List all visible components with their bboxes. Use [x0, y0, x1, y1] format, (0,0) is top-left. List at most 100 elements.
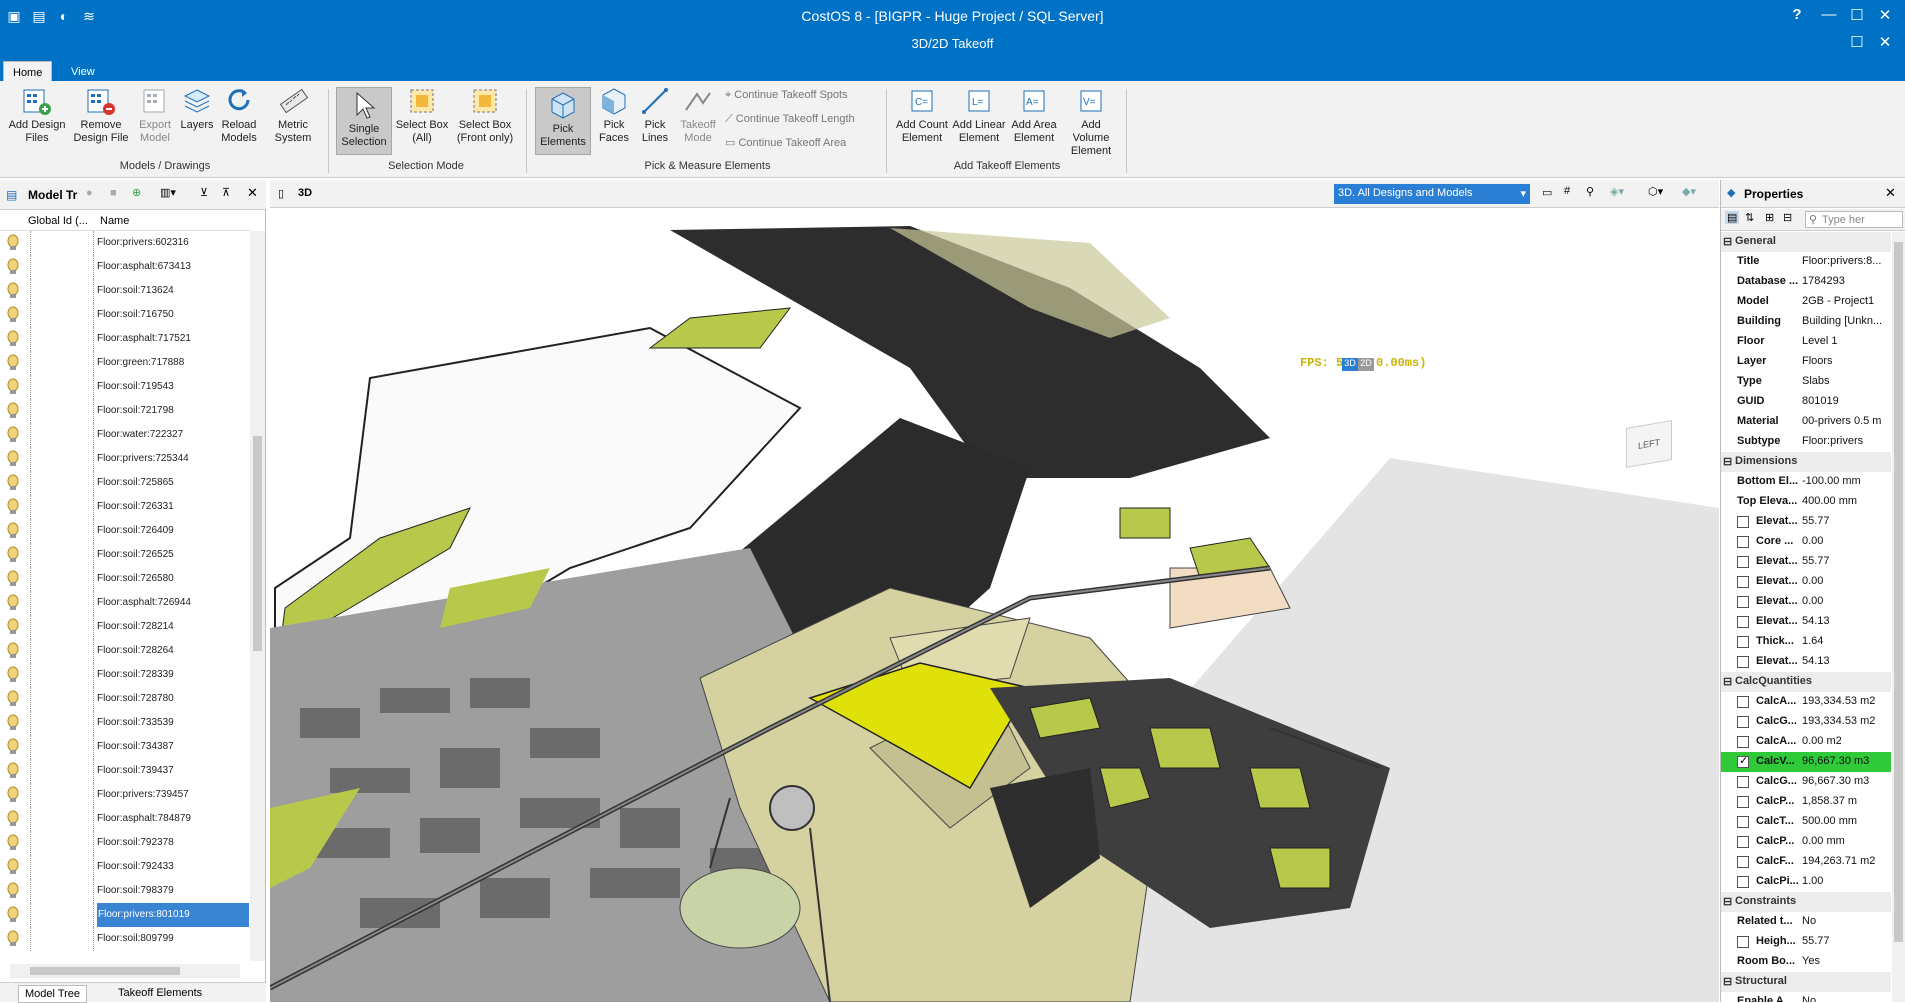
tree-row[interactable]: Floor:soil:726525: [0, 543, 250, 567]
property-checkbox[interactable]: [1737, 516, 1749, 528]
pick-faces-button[interactable]: Pick Faces: [594, 86, 634, 145]
takeoff-mode-button[interactable]: Takeoff Mode: [676, 86, 720, 145]
single-selection-button[interactable]: Single Selection: [336, 87, 392, 155]
sort-icon[interactable]: ⇅: [1745, 211, 1754, 224]
tab-view[interactable]: View: [62, 61, 104, 82]
lightbulb-icon[interactable]: [6, 594, 20, 611]
tree-row[interactable]: Floor:asphalt:726944: [0, 591, 250, 615]
view-selector-dropdown[interactable]: 3D. All Designs and Models ▾: [1334, 184, 1530, 204]
tab-model-tree[interactable]: Model Tree: [18, 985, 88, 1003]
add-volume-element-button[interactable]: V= Add Volume Element: [1062, 86, 1120, 158]
continue-length-button[interactable]: ⟋ Continue Takeoff Length: [725, 110, 855, 128]
lightbulb-icon[interactable]: [6, 810, 20, 827]
view-tab-3d[interactable]: 3D: [298, 187, 312, 199]
doc-close-button[interactable]: ✕: [1874, 33, 1896, 51]
property-row[interactable]: Room Bo... Yes: [1721, 952, 1891, 972]
property-checkbox[interactable]: [1737, 656, 1749, 668]
collapse-icon[interactable]: ⊼: [222, 186, 230, 199]
hscroll-thumb[interactable]: [30, 967, 180, 975]
lightbulb-icon[interactable]: [6, 786, 20, 803]
select-box-front-button[interactable]: Select Box (Front only): [454, 86, 516, 145]
lightbulb-icon[interactable]: [6, 282, 20, 299]
metric-system-button[interactable]: Metric System: [268, 86, 318, 145]
property-row[interactable]: Database ... 1784293: [1721, 272, 1891, 292]
property-row[interactable]: Material 00-privers 0.5 m: [1721, 412, 1891, 432]
property-row[interactable]: CalcF... 194,263.71 m2: [1721, 852, 1891, 872]
lightbulb-icon[interactable]: [6, 426, 20, 443]
help-button[interactable]: ?: [1786, 6, 1808, 23]
lightbulb-icon[interactable]: [6, 570, 20, 587]
remove-design-file-button[interactable]: Remove Design File: [70, 86, 132, 145]
lightbulb-icon[interactable]: [6, 402, 20, 419]
property-row[interactable]: ✓ CalcV... 96,667.30 m3: [1721, 752, 1891, 772]
tree-row[interactable]: Floor:soil:728214: [0, 615, 250, 639]
lightbulb-icon[interactable]: [6, 666, 20, 683]
tree-row[interactable]: Floor:soil:728780: [0, 687, 250, 711]
tree-row[interactable]: Floor:soil:734387: [0, 735, 250, 759]
tree-row[interactable]: Floor:asphalt:673413: [0, 255, 250, 279]
export-model-button[interactable]: Export Model: [134, 86, 176, 145]
display-mode-icon[interactable]: ◆▾: [1682, 185, 1696, 198]
properties-search-input[interactable]: ⚲ Type her: [1805, 211, 1903, 228]
add-icon[interactable]: ⊕: [132, 186, 141, 199]
lightbulb-icon[interactable]: [6, 618, 20, 635]
property-checkbox[interactable]: [1737, 536, 1749, 548]
property-section-structural[interactable]: ⊟ Structural: [1721, 972, 1891, 992]
property-checkbox[interactable]: [1737, 636, 1749, 648]
pick-lines-button[interactable]: Pick Lines: [636, 86, 674, 145]
tree-row[interactable]: Floor:soil:719543: [0, 375, 250, 399]
close-button[interactable]: ✕: [1874, 6, 1896, 24]
property-row[interactable]: CalcP... 0.00 mm: [1721, 832, 1891, 852]
property-row[interactable]: Thick... 1.64: [1721, 632, 1891, 652]
close-panel-icon[interactable]: ✕: [247, 185, 258, 201]
tree-row[interactable]: Floor:soil:713624: [0, 279, 250, 303]
lightbulb-icon[interactable]: [6, 930, 20, 947]
tree-row[interactable]: Floor:soil:798379: [0, 879, 250, 903]
property-checkbox[interactable]: [1737, 596, 1749, 608]
add-linear-element-button[interactable]: L= Add Linear Element: [952, 86, 1006, 145]
lightbulb-icon[interactable]: [6, 258, 20, 275]
property-row[interactable]: GUID 801019: [1721, 392, 1891, 412]
property-checkbox[interactable]: [1737, 616, 1749, 628]
tree-row[interactable]: Floor:asphalt:784879: [0, 807, 250, 831]
tree-row[interactable]: Floor:soil:792433: [0, 855, 250, 879]
property-row[interactable]: Building Building [Unkn...: [1721, 312, 1891, 332]
reload-models-button[interactable]: Reload Models: [218, 86, 260, 145]
property-row[interactable]: Heigh... 55.77: [1721, 932, 1891, 952]
lightbulb-icon[interactable]: [6, 546, 20, 563]
property-row[interactable]: Title Floor:privers:8...: [1721, 252, 1891, 272]
property-row[interactable]: Elevat... 54.13: [1721, 612, 1891, 632]
property-checkbox[interactable]: [1737, 716, 1749, 728]
property-row[interactable]: Core ... 0.00: [1721, 532, 1891, 552]
tree-row[interactable]: Floor:privers:602316: [0, 231, 250, 255]
lightbulb-icon[interactable]: [6, 906, 20, 923]
tree-row[interactable]: Floor:soil:792378: [0, 831, 250, 855]
lightbulb-icon[interactable]: [6, 858, 20, 875]
tree-row[interactable]: Floor:soil:726331: [0, 495, 250, 519]
col-global-id[interactable]: Global Id (...: [28, 215, 88, 227]
property-checkbox[interactable]: ✓: [1737, 755, 1749, 768]
tab-home[interactable]: Home: [3, 61, 53, 82]
tree-scrollbar[interactable]: [250, 231, 265, 961]
property-checkbox[interactable]: [1737, 876, 1749, 888]
lightbulb-icon[interactable]: [6, 762, 20, 779]
property-row[interactable]: CalcA... 193,334.53 m2: [1721, 692, 1891, 712]
doc-restore-button[interactable]: ☐: [1846, 33, 1868, 51]
close-properties-icon[interactable]: ✕: [1885, 185, 1896, 201]
box-icon[interactable]: ◈▾: [1610, 185, 1624, 198]
tree-row[interactable]: Floor:soil:809799: [0, 927, 250, 951]
lightbulb-icon[interactable]: [6, 306, 20, 323]
property-row[interactable]: CalcG... 96,667.30 m3: [1721, 772, 1891, 792]
tree-row[interactable]: Floor:soil:728264: [0, 639, 250, 663]
add-area-element-button[interactable]: A= Add Area Element: [1008, 86, 1060, 145]
scroll-thumb[interactable]: [253, 436, 262, 651]
add-design-files-button[interactable]: Add Design Files: [6, 86, 68, 145]
lightbulb-icon[interactable]: [6, 474, 20, 491]
properties-scrollbar[interactable]: [1892, 232, 1905, 1002]
property-row[interactable]: Subtype Floor:privers: [1721, 432, 1891, 452]
property-row[interactable]: CalcPi... 1.00: [1721, 872, 1891, 892]
minimize-button[interactable]: —: [1818, 6, 1840, 23]
comment-icon[interactable]: ▭: [1542, 186, 1552, 199]
lightbulb-icon[interactable]: [6, 378, 20, 395]
tree-row[interactable]: Floor:asphalt:717521: [0, 327, 250, 351]
